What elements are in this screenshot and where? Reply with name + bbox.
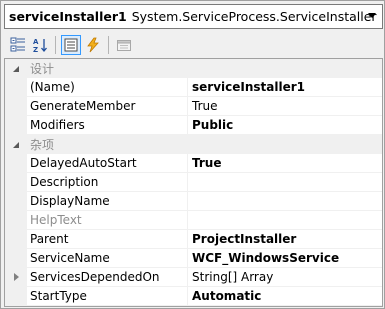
property-pages-icon (117, 39, 131, 51)
property-row-starttype[interactable]: StartType Automatic (5, 287, 382, 306)
property-row-description[interactable]: Description (5, 173, 382, 192)
toolbar-separator (55, 35, 56, 54)
collapse-icon[interactable] (5, 59, 27, 78)
property-value[interactable]: True (188, 97, 382, 115)
property-row-name[interactable]: (Name) serviceInstaller1 (5, 78, 382, 97)
property-name: DelayedAutoStart (27, 154, 188, 172)
categorized-icon (10, 37, 25, 51)
properties-toolbar: A Z (4, 32, 383, 57)
property-value (188, 211, 382, 229)
property-name: GenerateMember (27, 97, 188, 115)
alphabetical-button[interactable]: A Z (30, 35, 50, 55)
category-misc[interactable]: 杂项 (5, 135, 382, 154)
property-name: Parent (27, 230, 188, 248)
property-name: DisplayName (27, 192, 188, 210)
property-row-generatemember[interactable]: GenerateMember True (5, 97, 382, 116)
property-value[interactable]: True (188, 154, 382, 172)
events-button[interactable] (83, 35, 103, 55)
property-row-servicename[interactable]: ServiceName WCF_WindowsService (5, 249, 382, 268)
events-icon (87, 37, 99, 52)
toolbar-separator (108, 35, 109, 54)
collapse-icon[interactable] (5, 135, 27, 154)
property-value[interactable]: WCF_WindowsService (188, 249, 382, 267)
object-selector[interactable]: serviceInstaller1 System.ServiceProcess.… (4, 4, 383, 29)
property-row-servicesdependedon[interactable]: ServicesDependedOn String[] Array (5, 268, 382, 287)
category-label: 设计 (30, 62, 55, 76)
property-row-modifiers[interactable]: Modifiers Public (5, 116, 382, 135)
property-value[interactable]: Public (188, 116, 382, 134)
svg-text:Z: Z (33, 46, 38, 53)
property-pages-button[interactable] (114, 35, 134, 55)
property-name: (Name) (27, 78, 188, 96)
categorized-button[interactable] (8, 35, 28, 55)
property-grid: 设计 (Name) serviceInstaller1 GenerateMemb… (4, 58, 383, 307)
property-value[interactable]: Automatic (188, 287, 382, 305)
property-name: Modifiers (27, 116, 188, 134)
property-name: HelpText (27, 211, 188, 229)
object-name: serviceInstaller1 (9, 9, 127, 24)
properties-icon (64, 38, 78, 51)
property-name: ServicesDependedOn (27, 268, 188, 286)
category-label: 杂项 (30, 138, 55, 152)
property-value[interactable] (188, 173, 382, 191)
property-value[interactable] (188, 192, 382, 210)
property-value[interactable]: ProjectInstaller (188, 230, 382, 248)
properties-button[interactable] (61, 34, 81, 55)
property-row-parent[interactable]: Parent ProjectInstaller (5, 230, 382, 249)
property-row-displayname[interactable]: DisplayName (5, 192, 382, 211)
property-row-delayedautostart[interactable]: DelayedAutoStart True (5, 154, 382, 173)
property-value[interactable]: serviceInstaller1 (188, 78, 382, 96)
property-name: ServiceName (27, 249, 188, 267)
chevron-down-icon[interactable] (368, 13, 376, 18)
expand-icon[interactable] (13, 273, 19, 281)
object-type: System.ServiceProcess.ServiceInstaller (131, 9, 377, 24)
property-row-helptext[interactable]: HelpText (5, 211, 382, 230)
property-name: StartType (27, 287, 188, 305)
alphabetical-icon: A Z (33, 38, 47, 53)
svg-text:A: A (33, 38, 39, 46)
property-name: Description (27, 173, 188, 191)
properties-window: serviceInstaller1 System.ServiceProcess.… (0, 0, 385, 309)
property-value[interactable]: String[] Array (188, 268, 382, 286)
category-design[interactable]: 设计 (5, 59, 382, 78)
